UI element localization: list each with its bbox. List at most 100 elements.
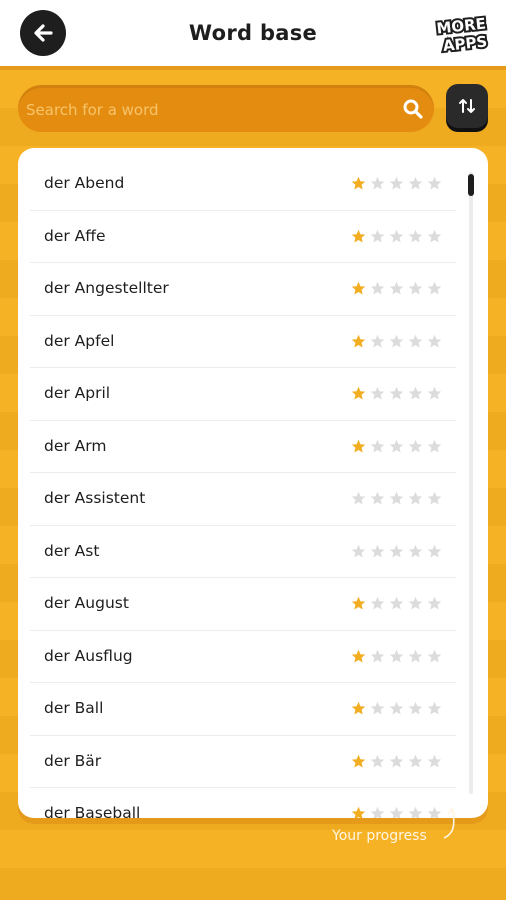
star-empty-icon	[408, 491, 423, 505]
star-empty-icon	[427, 334, 442, 347]
star-filled-icon	[351, 701, 366, 715]
star-empty-icon	[427, 176, 442, 190]
star-empty-icon	[351, 544, 366, 557]
star-rating	[351, 544, 442, 559]
star-filled-icon	[351, 386, 366, 400]
word-label: der Ausflug	[44, 646, 133, 665]
star-empty-icon	[389, 281, 404, 295]
star-empty-icon	[389, 229, 404, 242]
star-empty-icon	[408, 754, 423, 767]
word-label: der April	[44, 384, 111, 402]
star-filled-icon	[351, 754, 366, 767]
word-list-item[interactable]: der August	[30, 578, 456, 631]
header-divider	[0, 66, 506, 70]
star-empty-icon	[370, 754, 385, 767]
star-empty-icon	[408, 229, 423, 242]
word-label: der August	[44, 594, 129, 612]
star-empty-icon	[389, 334, 404, 347]
star-rating	[351, 701, 442, 716]
star-empty-icon	[427, 281, 442, 295]
star-empty-icon	[408, 596, 423, 610]
star-empty-icon	[408, 176, 423, 190]
word-label: der Arm	[44, 436, 107, 455]
star-empty-icon	[389, 439, 404, 452]
top-bar: Word base MORE APPS	[0, 0, 506, 66]
more-apps-button[interactable]: MORE APPS	[434, 12, 490, 58]
word-label: der Baseball	[44, 804, 141, 818]
star-empty-icon	[408, 544, 423, 557]
word-label: der Angestellter	[44, 279, 169, 297]
star-empty-icon	[389, 491, 404, 505]
word-list-item[interactable]: der Ausflug	[30, 631, 456, 683]
sort-icon	[459, 99, 475, 113]
progress-label: Your progress	[332, 828, 427, 844]
star-empty-icon	[427, 754, 442, 767]
star-empty-icon	[370, 176, 385, 190]
star-empty-icon	[370, 439, 385, 452]
star-rating	[351, 754, 442, 769]
star-empty-icon	[389, 806, 404, 818]
word-list-item[interactable]: der Affe	[30, 211, 456, 263]
star-rating	[351, 806, 442, 818]
page-title: Word base	[188, 21, 318, 45]
star-empty-icon	[408, 701, 423, 715]
sort-button[interactable]	[446, 84, 488, 128]
star-filled-icon	[351, 229, 366, 242]
star-empty-icon	[370, 491, 385, 505]
star-empty-icon	[408, 806, 423, 818]
word-list-item[interactable]: der Abend	[30, 158, 456, 211]
star-empty-icon	[427, 544, 442, 557]
word-list-item[interactable]: der Arm	[30, 421, 456, 473]
star-empty-icon	[370, 334, 385, 347]
star-filled-icon	[351, 806, 366, 818]
star-filled-icon	[351, 439, 366, 452]
star-empty-icon	[389, 596, 404, 610]
star-rating	[351, 596, 442, 611]
star-empty-icon	[408, 439, 423, 452]
star-empty-icon	[389, 754, 404, 767]
star-empty-icon	[408, 649, 423, 662]
star-rating	[351, 386, 442, 401]
star-empty-icon	[370, 544, 385, 557]
scrollbar-thumb[interactable]	[468, 174, 474, 196]
star-empty-icon	[408, 386, 423, 400]
word-list-item[interactable]: der Ast	[30, 526, 456, 578]
word-list-item[interactable]: der Assistent	[30, 473, 456, 526]
star-empty-icon	[427, 386, 442, 400]
word-list-item[interactable]: der April	[30, 368, 456, 421]
star-empty-icon	[389, 176, 404, 190]
word-list-item[interactable]: der Apfel	[30, 316, 456, 368]
star-empty-icon	[389, 544, 404, 557]
star-filled-icon	[351, 281, 366, 295]
star-rating	[351, 649, 442, 664]
star-rating	[351, 439, 442, 454]
word-label: der Ast	[44, 541, 100, 560]
star-empty-icon	[427, 596, 442, 610]
star-empty-icon	[370, 649, 385, 662]
scrollbar-track[interactable]	[469, 172, 473, 794]
curved-arrow-icon	[443, 807, 456, 839]
word-label: der Bär	[44, 751, 102, 770]
star-empty-icon	[408, 281, 423, 295]
word-label: der Apfel	[44, 331, 115, 350]
star-empty-icon	[351, 491, 366, 505]
more-apps-line2: APPS	[442, 32, 488, 55]
star-empty-icon	[427, 439, 442, 452]
star-rating	[351, 229, 442, 244]
word-list-item[interactable]: der Baseball	[30, 788, 456, 818]
star-empty-icon	[427, 229, 442, 242]
word-list-item[interactable]: der Bär	[30, 736, 456, 788]
word-list-item[interactable]: der Angestellter	[30, 263, 456, 316]
star-empty-icon	[427, 649, 442, 662]
search-icon[interactable]	[402, 98, 424, 120]
search-bar	[18, 85, 434, 134]
star-empty-icon	[370, 386, 385, 400]
word-label: der Ball	[44, 699, 104, 717]
star-rating	[351, 334, 442, 349]
star-empty-icon	[427, 491, 442, 505]
word-list-item[interactable]: der Ball	[30, 683, 456, 736]
word-label: der Assistent	[44, 489, 146, 507]
star-empty-icon	[427, 701, 442, 715]
star-empty-icon	[370, 281, 385, 295]
search-input[interactable]	[24, 85, 398, 134]
